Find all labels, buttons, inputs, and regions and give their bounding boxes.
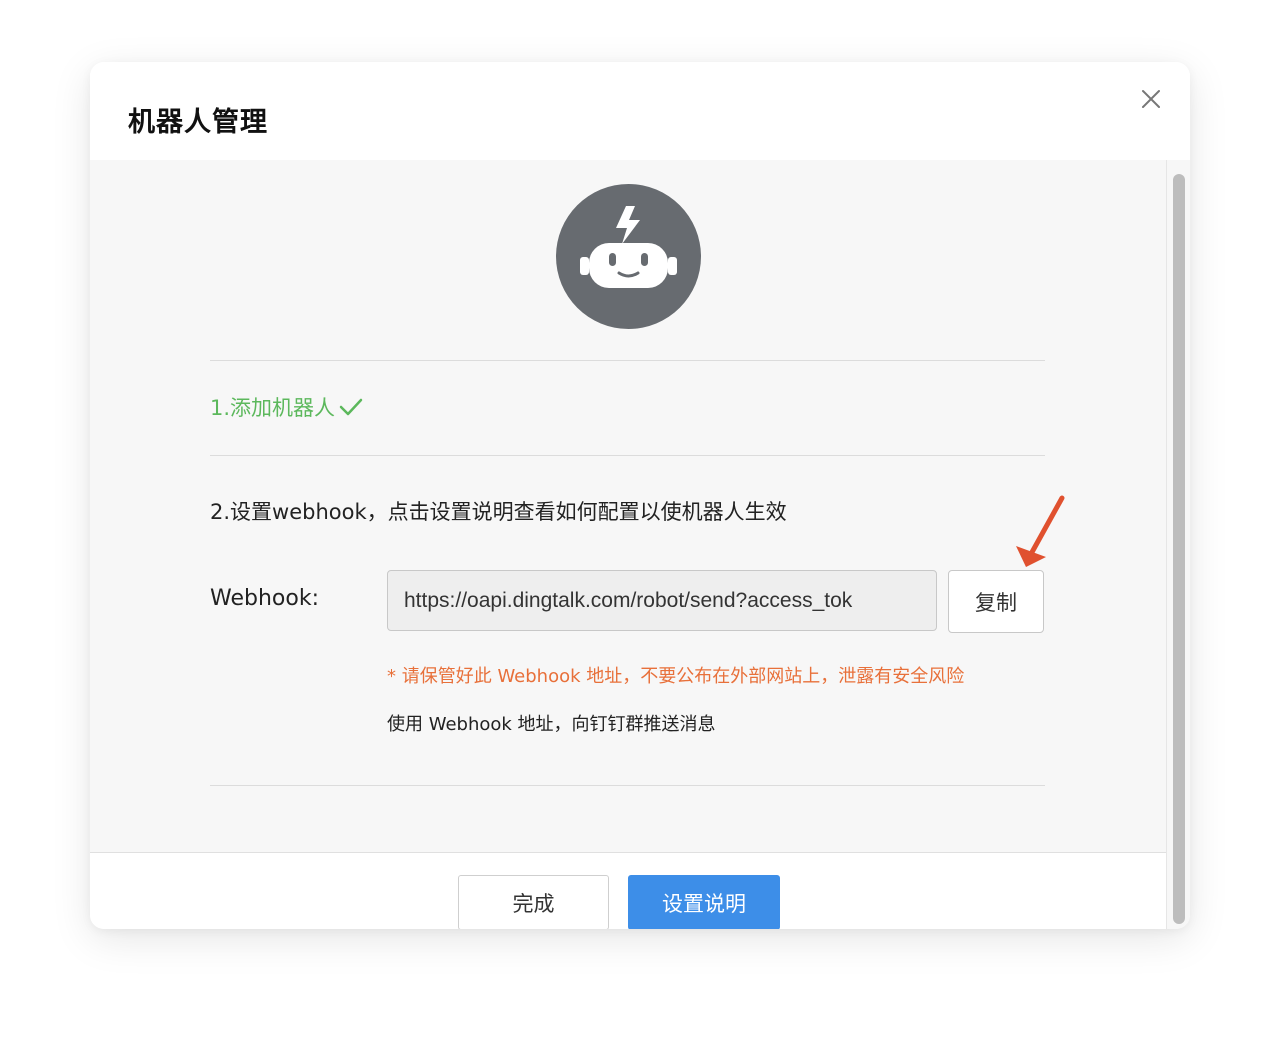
setup-instructions-button[interactable]: 设置说明	[628, 875, 780, 929]
check-icon	[339, 398, 363, 416]
done-button[interactable]: 完成	[458, 875, 609, 929]
divider	[210, 785, 1045, 786]
robot-avatar-icon	[556, 184, 701, 329]
webhook-warning: * 请保管好此 Webhook 地址，不要公布在外部网站上，泄露有安全风险	[387, 666, 965, 687]
divider	[210, 360, 1045, 361]
dialog-body: 1.添加机器人 2.设置webhook，点击设置说明查看如何配置以使机器人生效 …	[90, 160, 1166, 852]
webhook-url-input[interactable]	[387, 570, 937, 631]
webhook-hint: 使用 Webhook 地址，向钉钉群推送消息	[387, 714, 716, 735]
divider	[210, 455, 1045, 456]
dialog-footer: 完成 设置说明	[90, 852, 1166, 929]
webhook-label: Webhook:	[210, 586, 319, 611]
step-1-label: 1.添加机器人	[210, 396, 336, 420]
scrollbar[interactable]	[1166, 160, 1190, 929]
scrollbar-thumb[interactable]	[1173, 174, 1185, 924]
copy-button[interactable]: 复制	[948, 570, 1044, 633]
robot-management-dialog: 机器人管理 1.添加机器人 2.设置webhook，点击设置说明查看如何配置以使…	[90, 62, 1190, 929]
dialog-title: 机器人管理	[128, 107, 268, 138]
close-icon[interactable]	[1136, 84, 1166, 114]
step-2: 2.设置webhook，点击设置说明查看如何配置以使机器人生效	[210, 500, 787, 524]
step-1: 1.添加机器人	[210, 392, 363, 422]
red-arrow-icon	[1016, 495, 1065, 567]
dialog-header: 机器人管理	[90, 62, 1190, 160]
